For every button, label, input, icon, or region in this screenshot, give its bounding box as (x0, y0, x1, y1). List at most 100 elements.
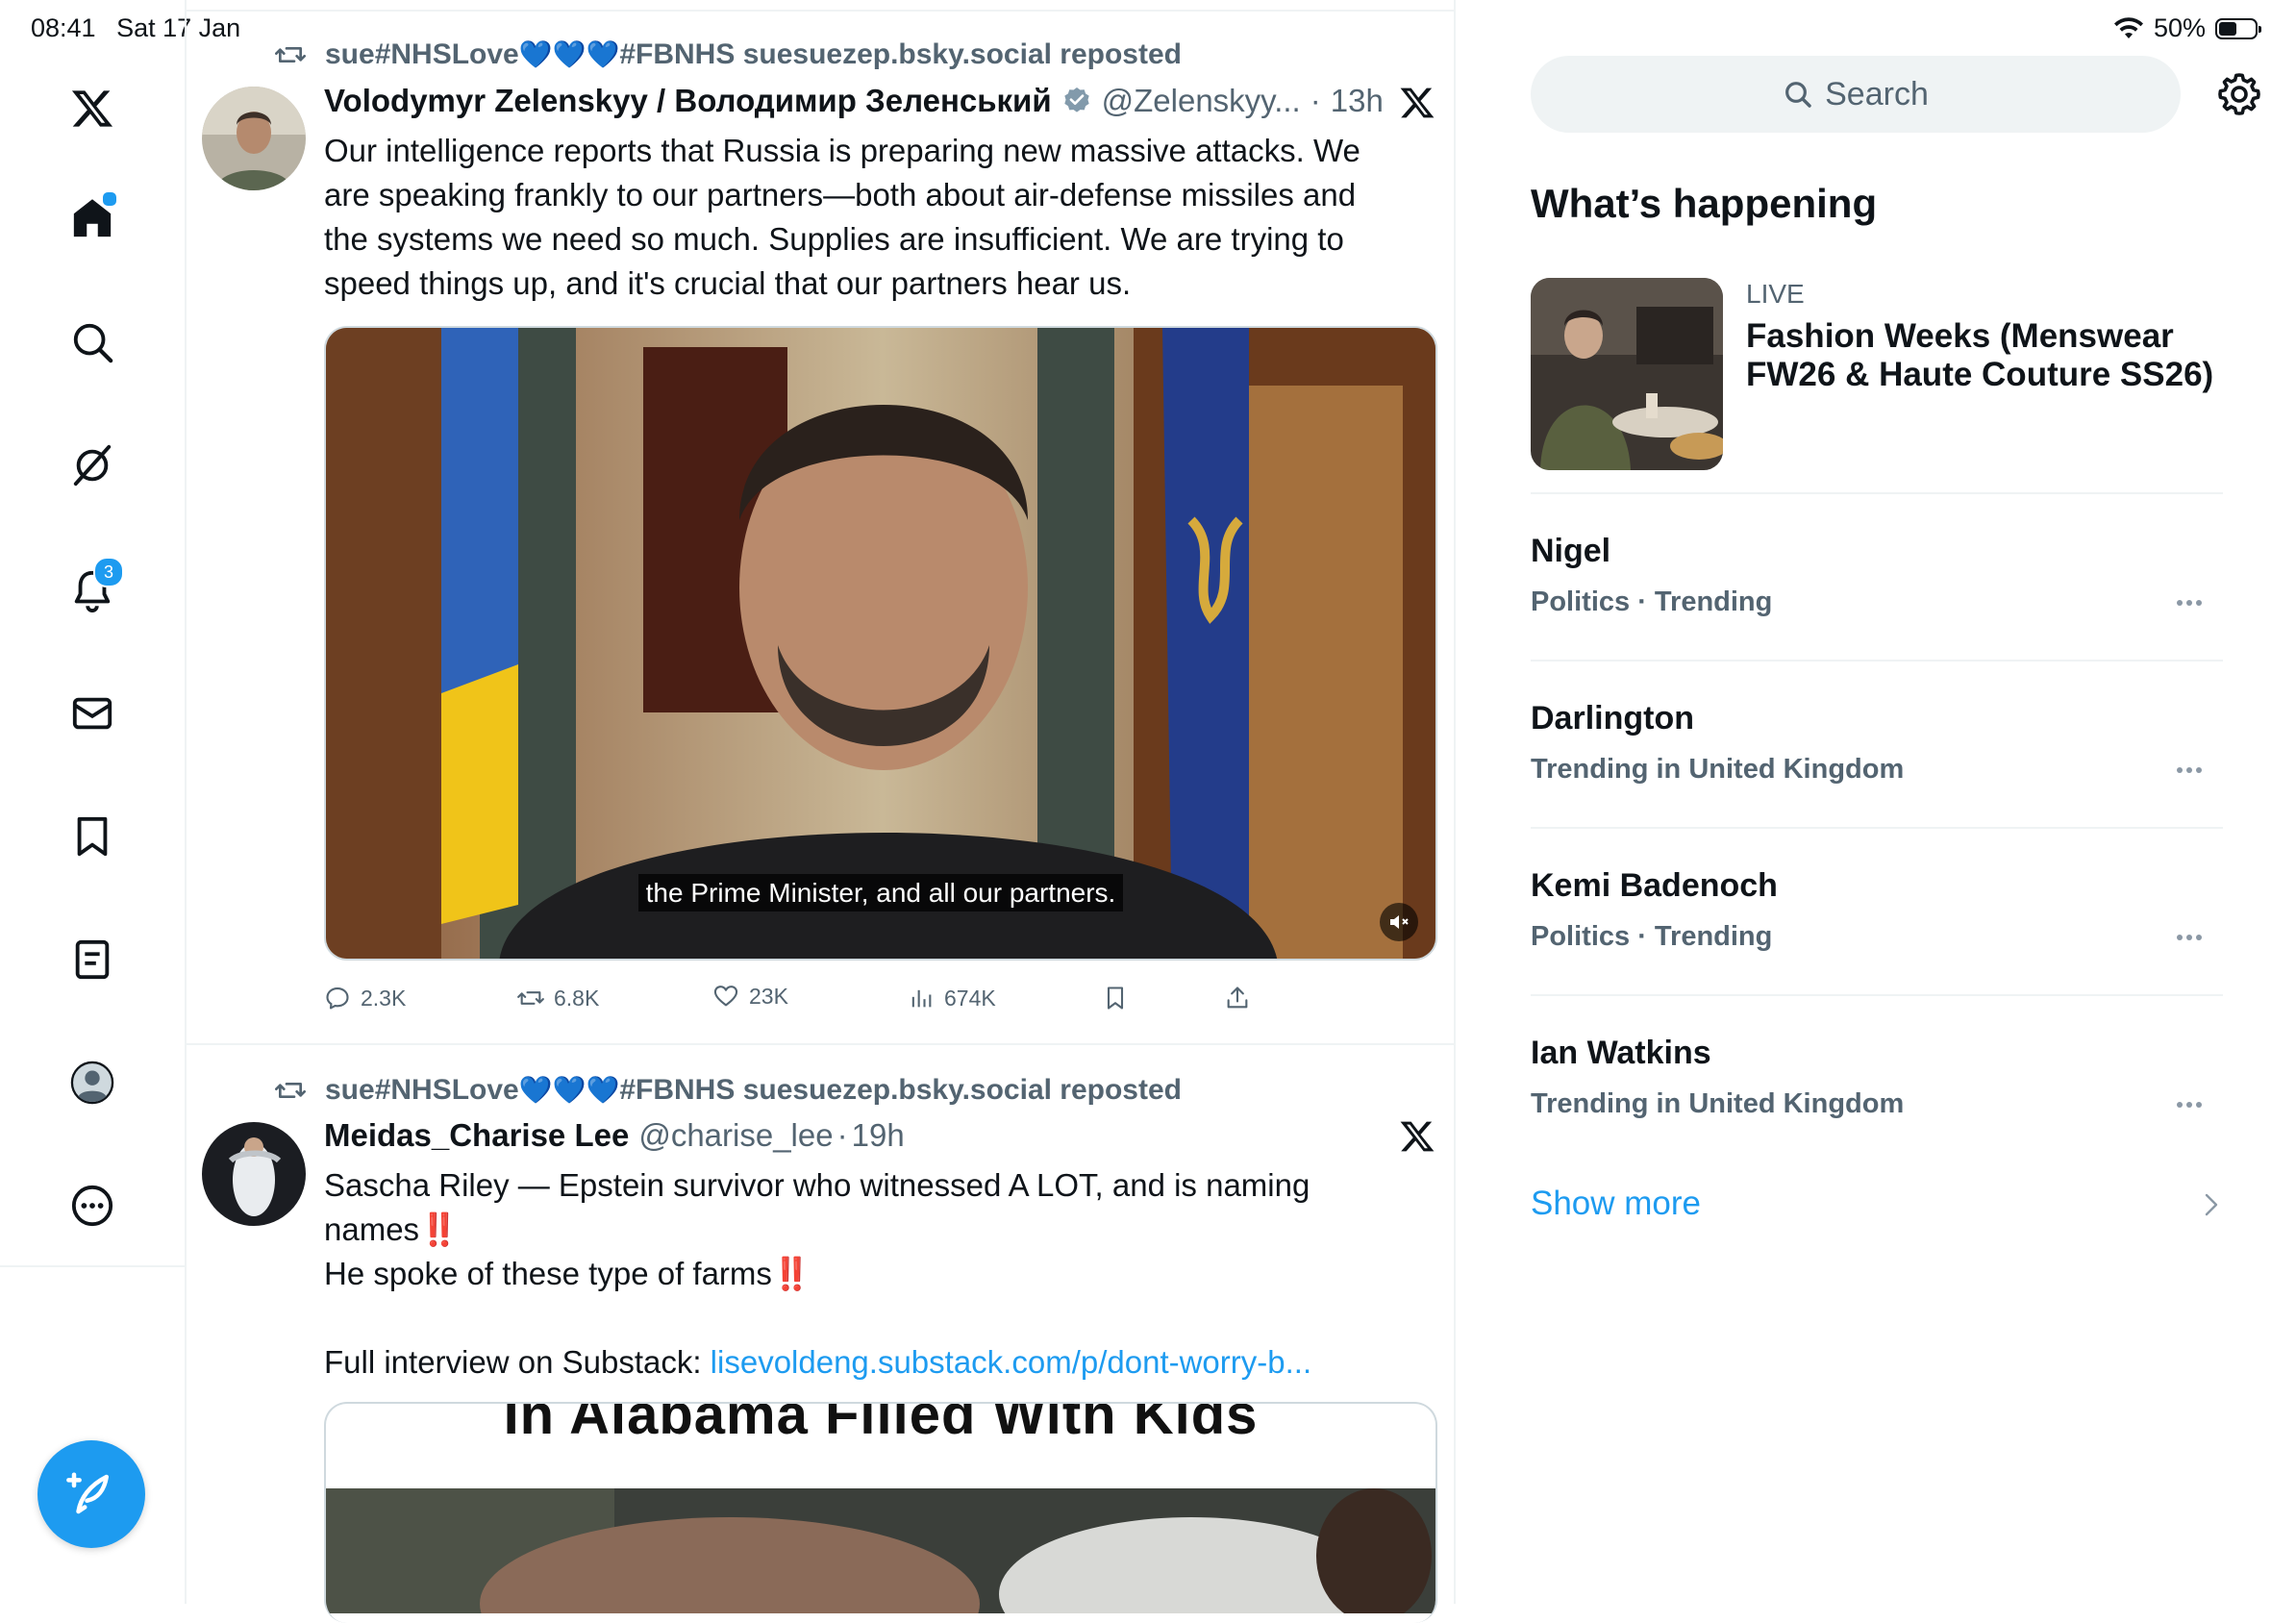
feed-divider (1454, 0, 1456, 1604)
show-more-link[interactable]: Show more (1531, 1185, 1701, 1223)
trend-more-button[interactable] (2177, 600, 2206, 610)
reply-icon (326, 987, 349, 1010)
search-input[interactable]: Search (1531, 56, 2181, 133)
search-icon (1785, 82, 1811, 108)
x-logo-icon[interactable] (1399, 85, 1435, 121)
chevron-right-icon[interactable] (2204, 1192, 2219, 1217)
muted-speaker-icon (1390, 915, 1409, 929)
mute-button[interactable] (1380, 903, 1418, 941)
notifications-badge: 3 (93, 557, 124, 587)
nav-search[interactable] (62, 312, 122, 372)
x-logo-icon[interactable] (1399, 1118, 1435, 1155)
wifi-icon (2113, 16, 2143, 38)
trend-name[interactable]: Nigel (1531, 533, 1610, 570)
tweet-header: Volodymyr Zelenskyy / Володимир Зеленськ… (324, 83, 1384, 119)
trend-name[interactable]: Ian Watkins (1531, 1035, 1711, 1072)
live-label: LIVE (1746, 279, 1805, 309)
tweet-text-line: names (324, 1211, 420, 1247)
verified-badge-icon (1063, 87, 1089, 112)
tweet-time[interactable]: 13h (1331, 83, 1384, 119)
live-event-title[interactable]: Fashion Weeks (Menswear FW26 & Haute Cou… (1746, 317, 2246, 394)
profile-avatar-icon (70, 1061, 114, 1105)
trend-divider (1531, 827, 2223, 829)
nav-grok[interactable] (62, 436, 122, 495)
repost-hearts: 💙💙💙 (518, 1075, 620, 1105)
heart-icon (713, 986, 738, 1007)
nav-profile[interactable] (62, 1053, 122, 1112)
nav-notifications[interactable]: 3 (62, 557, 124, 620)
trend-name[interactable]: Darlington (1531, 700, 1694, 737)
battery-percent: 50% (2153, 13, 2206, 42)
like-count: 23K (749, 983, 788, 1009)
reply-count: 2.3K (361, 985, 407, 1011)
bookmark-icon (1107, 986, 1124, 1010)
tweet-text-line: Our intelligence reports that Russia is … (324, 133, 1360, 168)
tweet-video[interactable]: In Alabama Filled With Kids (324, 1402, 1437, 1623)
like-button[interactable]: 23K (712, 983, 788, 1010)
tweet-text-line: He spoke of these type of farms (324, 1256, 772, 1291)
tweet-video[interactable]: the Prime Minister, and all our partners… (324, 326, 1437, 961)
search-icon (73, 323, 113, 363)
repost-user: sue#NHSLove (325, 1074, 519, 1106)
more-circle-icon (71, 1185, 113, 1227)
nav-divider (185, 0, 187, 1604)
status-bar-time: 08:41 Sat 17 Jan (31, 13, 240, 43)
repost-suffix: #FBNHS suesuezep.bsky.social reposted (619, 38, 1182, 70)
bookmark-button[interactable] (1102, 985, 1129, 1011)
mail-icon (72, 697, 112, 730)
nav-bookmarks[interactable] (62, 807, 122, 866)
repost-count: 6.8K (554, 985, 600, 1011)
video-frame (326, 328, 1435, 959)
nav-home[interactable] (62, 188, 122, 248)
compose-feather-icon (66, 1472, 109, 1514)
tweet-time[interactable]: 19h (852, 1117, 905, 1154)
tweet-text: Sascha Riley — Epstein survivor who witn… (324, 1163, 1439, 1385)
repost-header[interactable]: sue#NHSLove💙💙💙#FBNHS suesuezep.bsky.soci… (275, 1074, 1182, 1107)
repost-header[interactable]: sue#NHSLove💙💙💙#FBNHS suesuezep.bsky.soci… (275, 38, 1182, 71)
tweet-divider (187, 1043, 1454, 1045)
tweet-text-line: speed things up, and it's crucial that o… (324, 265, 1132, 301)
repost-hearts: 💙💙💙 (518, 39, 620, 69)
separator-dot: · (1310, 83, 1321, 118)
author-name[interactable]: Meidas_Charise Lee (324, 1117, 629, 1154)
trend-meta: Politics · Trending (1531, 587, 1773, 617)
trend-more-button[interactable] (2177, 935, 2206, 944)
author-handle[interactable]: @Zelenskyy... (1102, 83, 1301, 119)
x-logo-icon[interactable] (62, 79, 122, 138)
video-frame (326, 1488, 1435, 1613)
share-button[interactable] (1224, 985, 1251, 1011)
settings-gear-icon[interactable] (2216, 71, 2262, 117)
share-icon (1227, 986, 1248, 1009)
views-button[interactable]: 674K (908, 985, 996, 1011)
nav-messages[interactable] (62, 684, 122, 743)
video-caption: the Prime Minister, and all our partners… (637, 874, 1124, 911)
trend-divider (1531, 994, 2223, 996)
trend-more-button[interactable] (2177, 1102, 2206, 1111)
reply-button[interactable]: 2.3K (324, 985, 406, 1011)
nav-bottom-divider (0, 1265, 185, 1267)
views-chart-icon (911, 989, 932, 1008)
tweet-text-line: Sascha Riley — Epstein survivor who witn… (324, 1167, 1310, 1203)
author-name[interactable]: Volodymyr Zelenskyy / Володимир Зеленськ… (324, 83, 1052, 119)
home-new-dot (101, 190, 118, 208)
trend-meta: Politics · Trending (1531, 921, 1773, 952)
author-avatar[interactable] (202, 87, 306, 190)
repost-button[interactable]: 6.8K (517, 985, 599, 1011)
author-handle[interactable]: @charise_lee (638, 1117, 833, 1154)
tweet-text-line: are speaking frankly to our partners—bot… (324, 177, 1357, 212)
list-icon (75, 939, 110, 980)
bookmark-icon (77, 816, 108, 857)
live-event-thumbnail[interactable] (1531, 278, 1723, 470)
trend-name[interactable]: Kemi Badenoch (1531, 867, 1778, 905)
emphasis-emoji: ‼️ (419, 1211, 460, 1247)
tweet-actions: 2.3K 6.8K 23K 674K (0, 979, 1442, 1017)
trend-more-button[interactable] (2177, 767, 2206, 777)
trend-meta: Trending in United Kingdom (1531, 1088, 1905, 1119)
author-avatar[interactable] (202, 1122, 306, 1226)
nav-more[interactable] (62, 1176, 122, 1236)
tweet-header: Meidas_Charise Lee @charise_lee · 19h (324, 1117, 905, 1154)
trend-divider (1531, 492, 2223, 494)
repost-user: sue#NHSLove (325, 38, 519, 70)
substack-link[interactable]: lisevoldeng.substack.com/p/dont-worry-b.… (711, 1344, 1311, 1380)
compose-button[interactable] (37, 1440, 145, 1548)
